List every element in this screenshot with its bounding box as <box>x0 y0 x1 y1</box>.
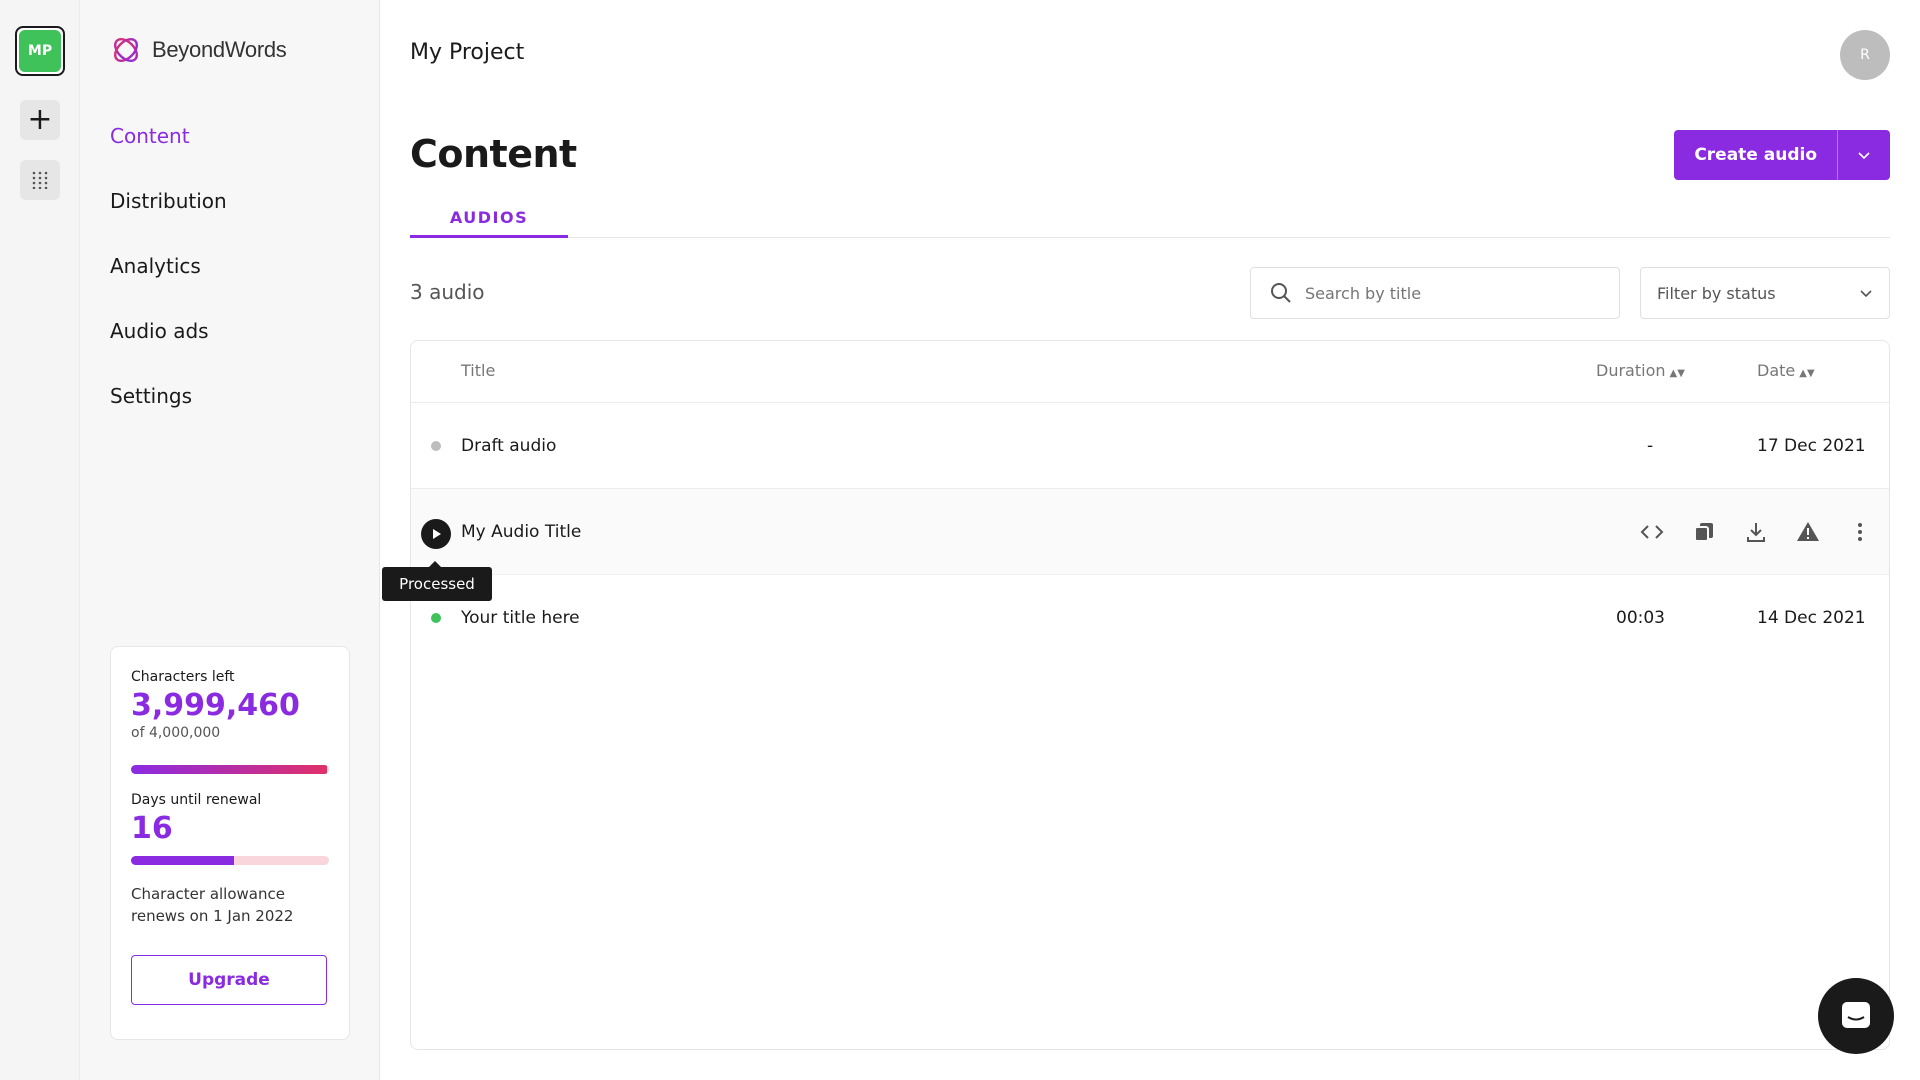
nav-item-audio-ads[interactable]: Audio ads <box>110 313 227 378</box>
table-row[interactable]: Draft audio - 17 Dec 2021 <box>411 403 1889 489</box>
grid-icon <box>32 171 48 189</box>
column-title: Title <box>461 361 496 380</box>
characters-progress-fill <box>131 765 328 774</box>
characters-total: of 4,000,000 <box>131 725 221 741</box>
search-box <box>1250 267 1620 319</box>
sort-icon: ▲▼ <box>1799 368 1815 379</box>
status-dot <box>431 613 441 623</box>
sort-icon: ▲▼ <box>1669 368 1685 379</box>
nav-item-distribution[interactable]: Distribution <box>110 183 227 248</box>
column-date[interactable]: Date ▲▼ <box>1757 361 1815 380</box>
characters-progress-bar <box>131 765 329 774</box>
beyondwords-logo-icon <box>114 38 138 62</box>
renewal-progress-fill <box>131 856 234 865</box>
table-row[interactable]: Your title here 00:03 14 Dec 2021 <box>411 575 1889 661</box>
status-dot <box>431 441 441 451</box>
workspace-initials: MP <box>19 30 61 72</box>
copy-icon <box>1694 523 1713 542</box>
workspace-rail: MP + <box>0 0 80 1080</box>
create-audio-split-button: Create audio <box>1674 130 1890 180</box>
table-header: Title Duration ▲▼ Date ▲▼ <box>411 341 1889 403</box>
row-title: Draft audio <box>461 436 557 456</box>
more-options-button[interactable] <box>1845 517 1875 547</box>
upgrade-button[interactable]: Upgrade <box>131 955 327 1005</box>
download-icon <box>1747 523 1765 542</box>
renewal-note: Character allowance renews on 1 Jan 2022 <box>131 885 294 925</box>
nav-item-analytics[interactable]: Analytics <box>110 248 227 313</box>
workspace-badge[interactable]: MP <box>15 26 65 76</box>
usage-card: Characters left 3,999,460 of 4,000,000 D… <box>110 646 350 1040</box>
play-button[interactable] <box>421 519 451 549</box>
main-nav: Content Distribution Analytics Audio ads… <box>110 118 227 443</box>
report-button[interactable] <box>1793 517 1823 547</box>
tab-audios[interactable]: AUDIOS <box>410 208 568 238</box>
row-date: 17 Dec 2021 <box>1757 436 1866 456</box>
status-filter-placeholder: Filter by status <box>1657 283 1776 303</box>
code-icon <box>1640 525 1664 539</box>
brand-name: BeyondWords <box>152 37 287 62</box>
status-tooltip: Processed <box>382 561 492 601</box>
table-row[interactable]: My Audio Title <box>411 489 1889 575</box>
apps-grid-button[interactable] <box>20 160 60 200</box>
avatar[interactable]: R <box>1840 30 1890 80</box>
play-icon <box>433 529 441 539</box>
warning-icon <box>1797 522 1819 541</box>
plus-icon: + <box>27 102 53 137</box>
search-input[interactable] <box>1305 283 1585 303</box>
row-title: My Audio Title <box>461 522 582 542</box>
row-date: 14 Dec 2021 <box>1757 608 1866 628</box>
create-audio-button[interactable]: Create audio <box>1674 130 1838 180</box>
create-audio-dropdown-button[interactable] <box>1838 130 1890 180</box>
page-title: Content <box>410 132 577 176</box>
column-date-label: Date <box>1757 361 1796 380</box>
chevron-down-icon <box>1860 290 1872 298</box>
renewal-days-label: Days until renewal <box>131 792 262 808</box>
renewal-days-value: 16 <box>131 811 173 846</box>
chat-icon <box>1842 1002 1870 1028</box>
main-content: My Project R Content Create audio AUDIOS… <box>380 0 1920 1080</box>
row-duration: 00:03 <box>1616 608 1665 628</box>
column-duration-label: Duration <box>1596 361 1666 380</box>
add-workspace-button[interactable]: + <box>20 100 60 140</box>
brand-logo[interactable]: BeyondWords <box>110 34 287 66</box>
renewal-progress-bar <box>131 856 329 865</box>
search-icon <box>1271 283 1291 303</box>
row-actions <box>1637 517 1875 547</box>
content-tabs: AUDIOS <box>410 208 1890 238</box>
more-vertical-icon <box>1858 523 1862 541</box>
status-filter-select[interactable]: Filter by status <box>1640 267 1890 319</box>
row-duration: - <box>1647 436 1654 456</box>
nav-item-settings[interactable]: Settings <box>110 378 227 443</box>
characters-left-value: 3,999,460 <box>131 688 300 723</box>
column-duration[interactable]: Duration ▲▼ <box>1596 361 1685 380</box>
sidebar: BeyondWords Content Distribution Analyti… <box>80 0 380 1080</box>
embed-button[interactable] <box>1637 517 1667 547</box>
characters-left-label: Characters left <box>131 669 235 685</box>
row-title: Your title here <box>461 608 580 628</box>
nav-item-content[interactable]: Content <box>110 118 227 183</box>
audio-table: Title Duration ▲▼ Date ▲▼ Draft audio - 17… <box>382 340 1890 1050</box>
chevron-down-icon <box>1858 152 1870 160</box>
chat-launcher-button[interactable] <box>1818 978 1894 1054</box>
copy-button[interactable] <box>1689 517 1719 547</box>
download-button[interactable] <box>1741 517 1771 547</box>
project-name: My Project <box>410 40 525 65</box>
audio-count: 3 audio <box>410 280 485 304</box>
